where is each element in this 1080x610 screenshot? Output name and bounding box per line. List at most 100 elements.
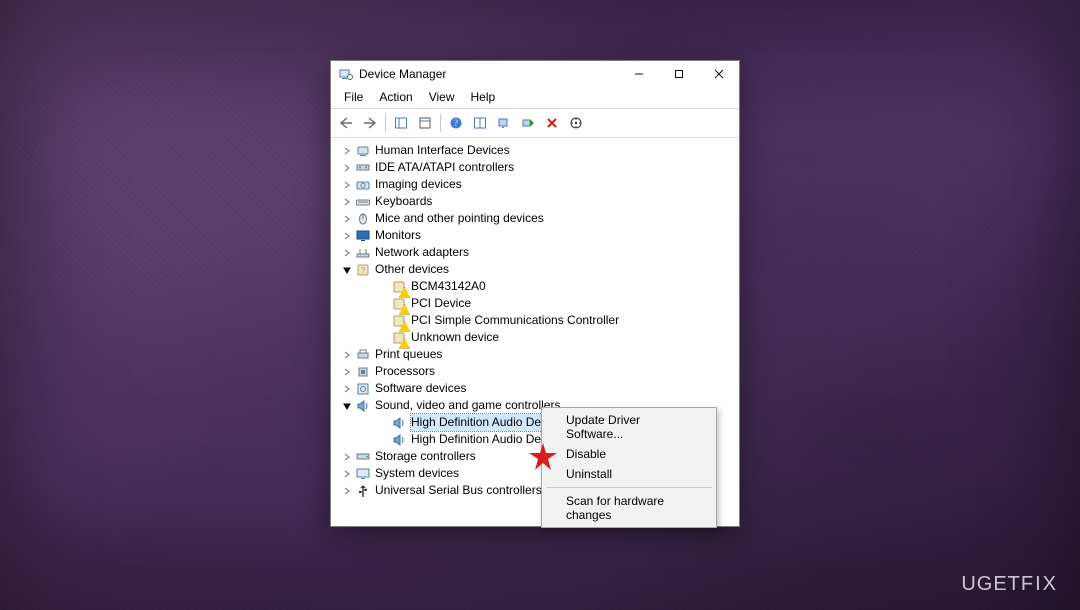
- tree-item[interactable]: Network adapters: [335, 244, 739, 261]
- back-button[interactable]: [335, 112, 357, 134]
- expander-icon[interactable]: [341, 247, 353, 259]
- tree-item-label: Imaging devices: [375, 176, 464, 193]
- tree-item-label: Network adapters: [375, 244, 471, 261]
- tree-item-label: Software devices: [375, 380, 468, 397]
- imaging-icon: [355, 177, 371, 193]
- tree-item[interactable]: ? Other devices: [335, 261, 739, 278]
- expander-icon[interactable]: [341, 383, 353, 395]
- expander-icon[interactable]: [341, 485, 353, 497]
- tree-item[interactable]: Human Interface Devices: [335, 142, 739, 159]
- expander-icon[interactable]: [341, 213, 353, 225]
- tree-item[interactable]: Print queues: [335, 346, 739, 363]
- show-hide-tree-button[interactable]: [390, 112, 412, 134]
- context-menu: Update Driver Software... Disable Uninst…: [541, 407, 717, 528]
- network-icon: [355, 245, 371, 261]
- ide-icon: [355, 160, 371, 176]
- tree-item[interactable]: BCM43142A0: [335, 278, 739, 295]
- scan-button[interactable]: [469, 112, 491, 134]
- close-button[interactable]: [699, 61, 739, 87]
- tree-item-label: Universal Serial Bus controllers: [375, 482, 544, 499]
- menu-help[interactable]: Help: [464, 89, 503, 105]
- context-update-driver[interactable]: Update Driver Software...: [544, 410, 714, 444]
- warn-icon: [391, 313, 407, 329]
- software-icon: [355, 381, 371, 397]
- tree-item[interactable]: Keyboards: [335, 193, 739, 210]
- warn-icon: [391, 296, 407, 312]
- watermark-text: UGETFIX: [961, 573, 1058, 596]
- titlebar[interactable]: Device Manager: [331, 61, 739, 87]
- hid-icon: [355, 143, 371, 159]
- other-icon: ?: [355, 262, 371, 278]
- menu-action[interactable]: Action: [372, 89, 419, 105]
- tree-item-label: Keyboards: [375, 193, 434, 210]
- expander-icon[interactable]: [341, 468, 353, 480]
- tree-item[interactable]: Mice and other pointing devices: [335, 210, 739, 227]
- expander-icon[interactable]: [341, 145, 353, 157]
- tree-item-label: System devices: [375, 465, 461, 482]
- warn-icon: [391, 279, 407, 295]
- menubar: File Action View Help: [331, 87, 739, 108]
- expander-icon[interactable]: [341, 179, 353, 191]
- sound-icon: [355, 398, 371, 414]
- context-disable[interactable]: Disable: [544, 444, 714, 464]
- help-button[interactable]: ?: [445, 112, 467, 134]
- forward-button[interactable]: [359, 112, 381, 134]
- printer-icon: [355, 347, 371, 363]
- expander-icon[interactable]: [341, 349, 353, 361]
- expander-icon[interactable]: [341, 451, 353, 463]
- expander-icon[interactable]: [341, 400, 353, 412]
- menu-file[interactable]: File: [337, 89, 370, 105]
- app-icon: [338, 66, 354, 82]
- tree-item-label: PCI Device: [411, 295, 473, 312]
- tree-item-label: BCM43142A0: [411, 278, 488, 295]
- context-scan-hardware[interactable]: Scan for hardware changes: [544, 491, 714, 525]
- maximize-button[interactable]: [659, 61, 699, 87]
- toolbar: ?: [331, 108, 739, 138]
- context-divider: [546, 487, 712, 488]
- tree-item-label: Storage controllers: [375, 448, 478, 465]
- tree-item-label: Processors: [375, 363, 437, 380]
- keyboard-icon: [355, 194, 371, 210]
- update-driver-button[interactable]: [493, 112, 515, 134]
- tree-item[interactable]: Monitors: [335, 227, 739, 244]
- svg-text:?: ?: [454, 118, 458, 128]
- tree-item-label: Sound, video and game controllers: [375, 397, 562, 414]
- tree-item-label: Mice and other pointing devices: [375, 210, 546, 227]
- warn-icon: [391, 330, 407, 346]
- uninstall-button[interactable]: [541, 112, 563, 134]
- tree-item[interactable]: Software devices: [335, 380, 739, 397]
- svg-text:?: ?: [361, 266, 366, 275]
- expander-icon[interactable]: [341, 366, 353, 378]
- sound-icon: [391, 415, 407, 431]
- expander-icon[interactable]: [341, 264, 353, 276]
- tree-item-label: Monitors: [375, 227, 423, 244]
- minimize-button[interactable]: [619, 61, 659, 87]
- expander-icon[interactable]: [341, 162, 353, 174]
- tree-item[interactable]: Processors: [335, 363, 739, 380]
- annotation-star-icon: [528, 442, 558, 472]
- enable-button[interactable]: [517, 112, 539, 134]
- properties-button[interactable]: [414, 112, 436, 134]
- mouse-icon: [355, 211, 371, 227]
- tree-item-label: IDE ATA/ATAPI controllers: [375, 159, 516, 176]
- expander-icon[interactable]: [341, 196, 353, 208]
- monitor-icon: [355, 228, 371, 244]
- storage-icon: [355, 449, 371, 465]
- tree-item-label: Unknown device: [411, 329, 501, 346]
- tree-item[interactable]: IDE ATA/ATAPI controllers: [335, 159, 739, 176]
- tree-item-label: Human Interface Devices: [375, 142, 512, 159]
- tree-item[interactable]: PCI Device: [335, 295, 739, 312]
- scan-hardware-button[interactable]: [565, 112, 587, 134]
- context-uninstall[interactable]: Uninstall: [544, 464, 714, 484]
- tree-item[interactable]: Imaging devices: [335, 176, 739, 193]
- tree-item-label: PCI Simple Communications Controller: [411, 312, 621, 329]
- window-title: Device Manager: [359, 67, 446, 81]
- tree-item-label: Other devices: [375, 261, 451, 278]
- tree-item-label: Print queues: [375, 346, 444, 363]
- expander-icon[interactable]: [341, 230, 353, 242]
- tree-item[interactable]: Unknown device: [335, 329, 739, 346]
- system-icon: [355, 466, 371, 482]
- cpu-icon: [355, 364, 371, 380]
- menu-view[interactable]: View: [422, 89, 462, 105]
- tree-item[interactable]: PCI Simple Communications Controller: [335, 312, 739, 329]
